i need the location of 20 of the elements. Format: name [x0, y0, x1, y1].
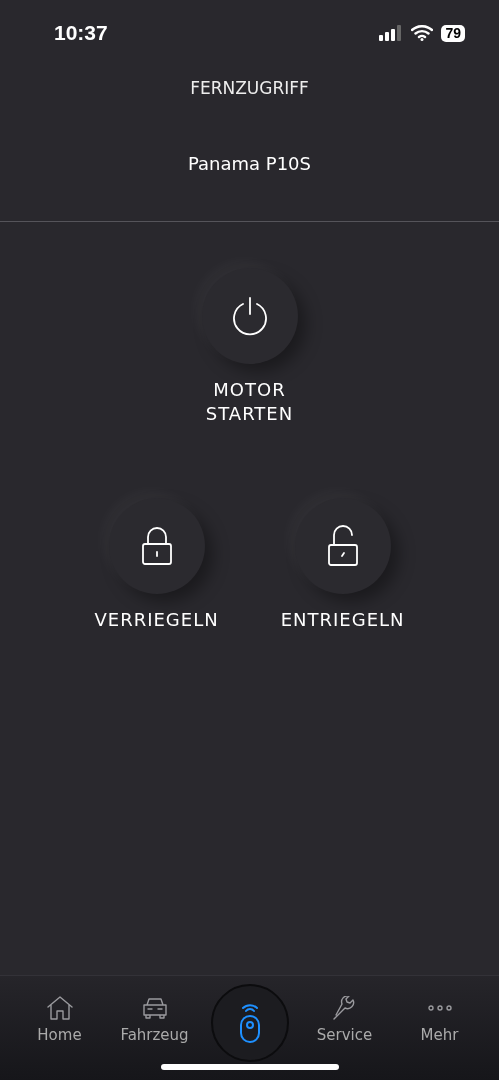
action-label: ENTRIEGELN — [280, 607, 405, 632]
car-icon — [141, 996, 168, 1020]
signal-icon — [379, 25, 404, 41]
tab-item[interactable]: Fahrzeug — [107, 986, 202, 1047]
action-label: MOTOR STARTEN — [205, 377, 294, 426]
status-time: 10:37 — [54, 20, 108, 47]
vehicle-name: Panama P10S — [187, 151, 312, 176]
screen-title: FERNZUGRIFF — [189, 77, 310, 100]
battery-level: 79 — [441, 24, 465, 42]
tab-item[interactable]: Mehr — [392, 986, 487, 1047]
power-icon — [230, 295, 269, 336]
remote-key-icon — [237, 1003, 262, 1043]
wifi-icon — [411, 25, 434, 41]
unlock-icon — [325, 524, 360, 567]
lock-icon — [139, 525, 174, 566]
home-icon — [46, 996, 73, 1020]
action-label: VERRIEGELN — [94, 607, 219, 632]
more-icon — [427, 1005, 452, 1011]
tab-item[interactable]: Service — [297, 986, 392, 1047]
tab-item[interactable]: Home — [12, 986, 107, 1047]
